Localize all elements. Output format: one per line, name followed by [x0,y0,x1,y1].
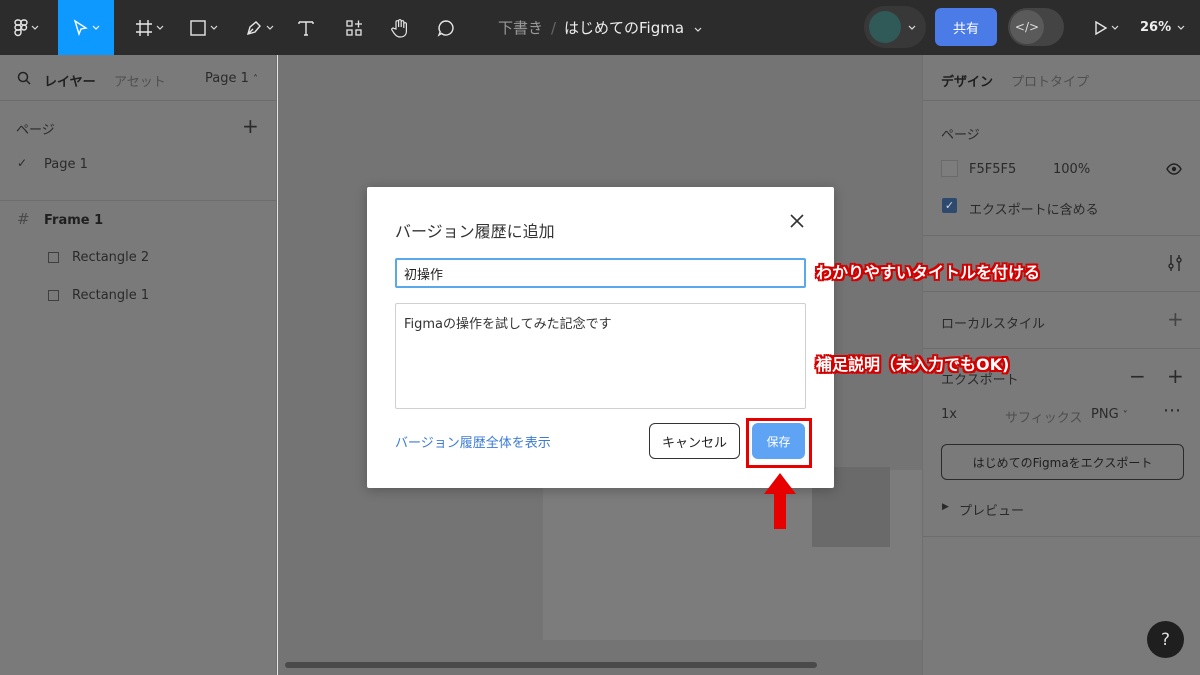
document-file-name[interactable]: はじめてのFigma [564,17,684,38]
save-highlight-box [746,418,812,468]
resources-tool-button[interactable] [340,0,368,55]
comment-tool-button[interactable] [432,0,460,55]
divider [923,536,1200,537]
main-menu-button[interactable] [6,0,46,55]
move-tool-button[interactable] [58,0,114,55]
help-button[interactable]: ? [1147,621,1184,658]
chevron-down-icon [156,25,164,31]
page-list-item[interactable]: Page 1 [44,157,88,172]
version-title-input[interactable] [395,258,806,288]
layer-rectangle[interactable]: Rectangle 1 [72,288,149,303]
horizontal-scrollbar[interactable] [285,662,817,668]
pen-tool-button[interactable] [238,0,280,55]
chevron-down-icon [1111,25,1119,31]
layer-frame[interactable]: Frame 1 [44,213,103,228]
hand-icon [391,18,407,38]
document-location[interactable]: 下書き [498,17,543,38]
shape-tool-button[interactable] [182,0,224,55]
add-style-icon[interactable]: + [1167,309,1184,329]
include-in-export-label: エクスポートに含める [969,203,1099,218]
tab-design[interactable]: デザイン [941,71,993,90]
preview-toggle[interactable]: プレビュー [959,500,1024,519]
frame-tool-button[interactable] [128,0,170,55]
chevron-down-icon [694,19,702,37]
include-in-export-checkbox[interactable]: ✓ [942,198,957,213]
avatar[interactable] [869,11,901,43]
page-section-title: ページ [941,128,980,143]
rectangle-icon [189,19,206,36]
check-icon: ✓ [17,156,28,170]
cancel-button[interactable]: キャンセル [649,423,740,459]
frame-icon [135,19,152,36]
page-color-value[interactable]: F5F5F5 [969,162,1016,177]
rectangle-icon [48,252,59,263]
chevron-down-icon [1177,20,1185,35]
divider [0,100,277,101]
page-selector[interactable]: Page 1 ˄ [205,71,258,86]
figma-logo-icon [13,18,28,36]
description-annotation: 補足説明（未入力でもOK) [816,355,1010,374]
divider [0,200,277,201]
hand-tool-button[interactable] [386,0,414,55]
toolbar: 下書き / はじめてのFigma 共有 </> 26% [0,0,1200,55]
chevron-down-icon [266,25,274,31]
comment-icon [437,19,454,37]
dialog-title: バージョン履歴に追加 [395,222,555,241]
title-annotation: わかりやすいタイトルを付ける [816,263,1041,282]
code-icon: </> [1010,10,1044,44]
check-icon: ✓ [944,199,955,212]
adjust-icon[interactable] [1167,254,1183,275]
breadcrumb-separator: / [550,18,557,37]
export-scale[interactable]: 1x [941,407,957,422]
export-format-select[interactable]: PNG ˅ [1091,407,1128,422]
page-color-swatch[interactable] [941,160,958,177]
frame-icon: # [17,210,30,228]
more-options-icon[interactable]: ⋯ [1163,402,1182,420]
tab-layers[interactable]: レイヤー [44,71,96,90]
chevron-down-icon [31,25,39,31]
text-icon [298,20,314,36]
tab-assets[interactable]: アセット [114,71,166,90]
caret-right-icon[interactable]: ▶ [942,503,949,512]
tab-prototype[interactable]: プロトタイプ [1011,71,1089,90]
divider [923,291,1200,292]
cursor-icon [73,18,88,36]
chevron-down-icon [210,25,218,31]
close-icon[interactable] [787,211,807,231]
local-styles-title: ローカルスタイル [941,317,1046,332]
zoom-level: 26% [1140,20,1172,35]
chevron-down-icon [92,25,100,31]
add-export-icon[interactable]: + [1167,366,1184,386]
search-icon[interactable] [17,71,31,88]
play-icon [1094,20,1107,35]
divider [923,100,1200,101]
version-description-textarea[interactable]: Figmaの操作を試してみた記念です [395,303,806,409]
add-page-icon[interactable]: + [242,116,259,136]
export-suffix-field[interactable]: サフィックス [1005,407,1082,426]
arrow-up-icon [764,473,796,529]
export-format-value: PNG [1091,407,1119,422]
share-button[interactable]: 共有 [935,8,997,46]
present-button[interactable] [1086,0,1126,55]
chevron-down-icon: ˅ [1122,410,1128,421]
export-button[interactable]: はじめてのFigmaをエクスポート [941,444,1184,480]
pages-heading: ページ [16,123,55,138]
text-tool-button[interactable] [292,0,320,55]
page-opacity-value[interactable]: 100% [1053,162,1090,177]
chevron-up-icon: ˄ [253,74,259,85]
divider [923,235,1200,236]
pen-icon [246,20,261,35]
rectangle-icon [48,290,59,301]
eye-icon[interactable] [1166,162,1182,178]
view-version-history-link[interactable]: バージョン履歴全体を表示 [395,432,551,451]
zoom-menu[interactable]: 26% [1140,0,1185,55]
layer-rectangle[interactable]: Rectangle 2 [72,250,149,265]
help-icon: ? [1160,629,1171,650]
page-selector-label: Page 1 [205,71,249,86]
chevron-down-icon [905,0,919,55]
minus-icon[interactable]: − [1129,366,1146,386]
divider [923,348,1200,349]
layers-panel [0,55,277,675]
components-icon [346,19,362,36]
